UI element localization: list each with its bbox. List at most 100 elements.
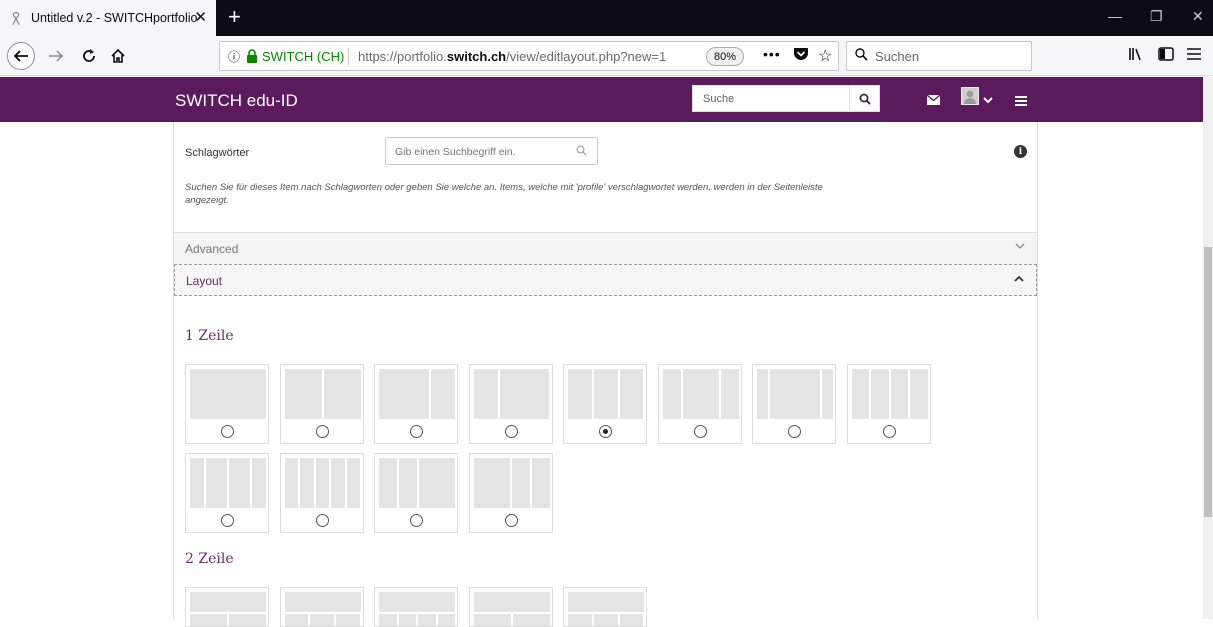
layout-radio[interactable] [599, 425, 612, 438]
layout-option[interactable] [468, 364, 553, 444]
layout-column [430, 369, 455, 419]
layout-option[interactable] [752, 364, 836, 444]
layout-option[interactable] [185, 587, 269, 627]
layout-column [284, 458, 299, 508]
layout-radio[interactable] [882, 425, 896, 438]
url-text[interactable]: https://portfolio.switch.ch/view/editlay… [358, 49, 703, 64]
browser-search-placeholder: Suchen [875, 49, 920, 64]
layout-column [910, 369, 928, 419]
browser-search-input[interactable]: Suchen [846, 41, 1032, 71]
layout-column [379, 614, 397, 626]
envelope-icon[interactable] [926, 92, 941, 108]
site-brand[interactable]: SWITCH edu-ID [175, 91, 298, 111]
site-info-icon[interactable]: ⓘ [228, 48, 240, 65]
hamburger-menu-icon[interactable] [1015, 93, 1027, 109]
layout-column [890, 369, 908, 419]
zoom-indicator[interactable]: 80% [706, 47, 744, 66]
url-separator [348, 48, 349, 66]
layout-column [473, 458, 510, 508]
pocket-icon[interactable] [793, 47, 809, 65]
layout-option[interactable] [279, 364, 364, 444]
layout-option[interactable] [279, 587, 364, 627]
layout-radio[interactable] [221, 425, 234, 438]
menu-icon[interactable] [1187, 47, 1201, 63]
layout-top-row [568, 592, 644, 612]
layout-radio[interactable] [788, 425, 801, 438]
layout-column [593, 614, 618, 626]
layout-column [331, 458, 345, 508]
browser-tab[interactable]: Untitled v.2 - SWITCHportfolio ✕ [0, 0, 216, 36]
url-bar[interactable]: ⓘ SWITCH (CH) https://portfolio.switch.c… [219, 41, 839, 71]
scrollbar-thumb[interactable] [1204, 247, 1212, 517]
layout-option[interactable] [657, 364, 742, 444]
layout-column [512, 614, 550, 626]
layout-column [346, 458, 361, 508]
layout-column [190, 614, 227, 626]
layout-radio[interactable] [504, 514, 518, 527]
lock-icon [247, 49, 257, 63]
layout-option[interactable] [563, 364, 647, 444]
layout-top-row [190, 592, 266, 612]
site-search-button[interactable] [849, 86, 879, 111]
sidebar-icon[interactable] [1158, 47, 1174, 64]
layout-column [619, 369, 644, 419]
layout-preview [662, 369, 739, 419]
layout-radio[interactable] [410, 425, 423, 438]
layout-bottom-row [190, 614, 266, 626]
layout-preview [568, 369, 644, 419]
layout-preview [379, 458, 455, 508]
layout-option[interactable] [374, 364, 458, 444]
layout-column [418, 614, 436, 626]
layout-radio[interactable] [315, 514, 329, 527]
layout-option[interactable] [374, 587, 458, 627]
layout-column [437, 614, 455, 626]
new-tab-button[interactable]: + [228, 6, 241, 28]
forward-button[interactable] [44, 44, 68, 68]
layout-top-row [473, 592, 550, 612]
layout-radio[interactable] [693, 425, 707, 438]
reload-button[interactable] [77, 44, 101, 68]
layout-column [593, 369, 618, 419]
site-search-input[interactable]: Suche [692, 85, 880, 112]
restore-button[interactable]: ❐ [1150, 8, 1163, 25]
layout-column [315, 458, 330, 508]
home-button[interactable] [106, 44, 130, 68]
layout-radio[interactable] [504, 425, 518, 438]
library-icon[interactable] [1128, 47, 1144, 64]
layout-radio[interactable] [221, 514, 234, 527]
search-icon [859, 93, 871, 105]
layout-option[interactable] [468, 453, 553, 533]
minimize-button[interactable]: — [1108, 8, 1122, 24]
user-avatar[interactable] [961, 87, 979, 105]
layout-preview [473, 369, 550, 419]
layout-column [871, 369, 889, 419]
layout-option[interactable] [279, 453, 364, 533]
layout-column [822, 369, 833, 419]
row1-heading: 1 Zeile [185, 328, 234, 344]
info-icon[interactable]: i [1014, 145, 1027, 158]
layout-option[interactable] [846, 364, 931, 444]
window-close-button[interactable]: ✕ [1192, 8, 1204, 25]
tags-search-input[interactable]: Gib einen Suchbegriff ein. [385, 137, 598, 165]
layout-option[interactable] [185, 453, 269, 533]
layout-option[interactable] [563, 587, 647, 627]
tab-close-icon[interactable]: ✕ [194, 10, 207, 25]
layout-preview [190, 369, 266, 419]
layout-preview [284, 458, 361, 508]
layout-column [300, 458, 314, 508]
back-button[interactable] [7, 42, 35, 70]
page-scrollbar[interactable] [1203, 77, 1213, 619]
chevron-down-icon[interactable] [983, 91, 993, 107]
advanced-section-toggle[interactable]: Advanced [174, 232, 1037, 264]
page-actions-icon[interactable]: ••• [763, 46, 781, 62]
layout-option[interactable] [468, 587, 553, 627]
layout-option[interactable] [374, 453, 458, 533]
bookmark-star-icon[interactable]: ☆ [818, 46, 832, 66]
layout-column [568, 369, 592, 419]
layout-radio[interactable] [315, 425, 329, 438]
layout-section-toggle[interactable]: Layout [174, 264, 1037, 296]
layout-column [619, 614, 644, 626]
url-path: /view/editlayout.php?new=1 [506, 49, 667, 64]
layout-option[interactable] [185, 364, 269, 444]
layout-radio[interactable] [410, 514, 423, 527]
